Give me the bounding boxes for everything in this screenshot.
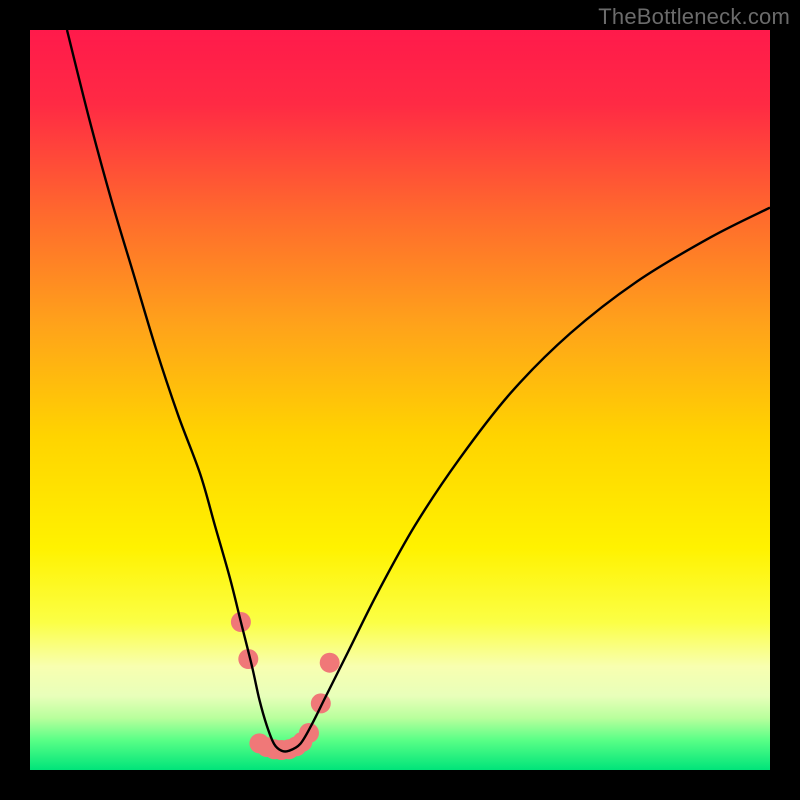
watermark-text: TheBottleneck.com (598, 4, 790, 30)
marker-dot (320, 653, 340, 673)
marker-dot (311, 693, 331, 713)
gradient-background (30, 30, 770, 770)
chart-plot-area (30, 30, 770, 770)
chart-svg (30, 30, 770, 770)
